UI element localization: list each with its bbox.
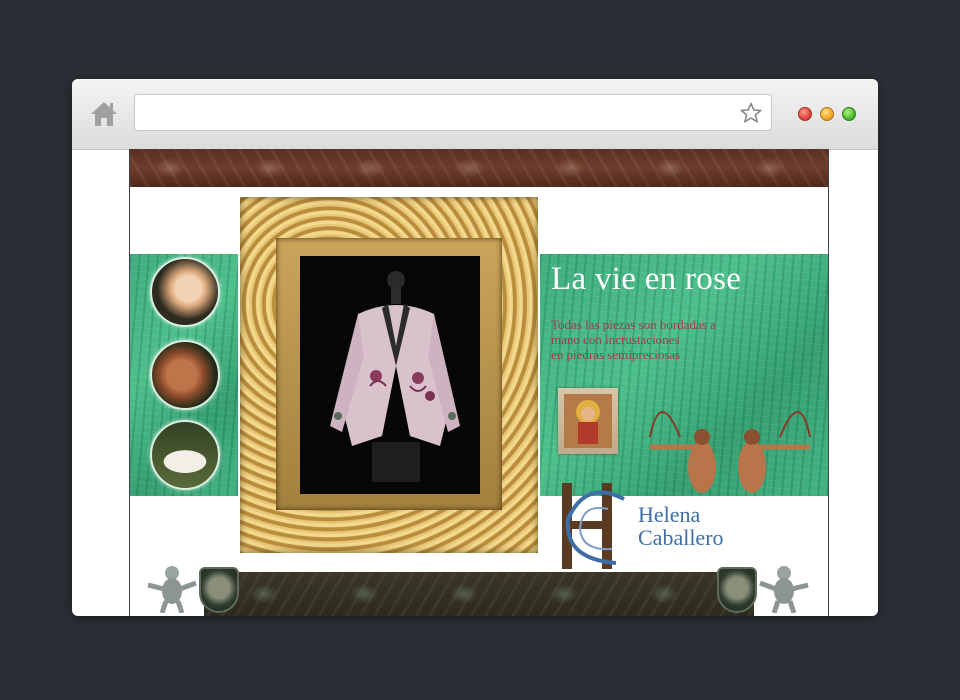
brand-name[interactable]: Helena Caballero — [638, 503, 724, 549]
collection-description: Todas las piezas son bordadas a mano con… — [551, 317, 771, 362]
browser-toolbar — [72, 79, 878, 150]
hc-monogram-logo[interactable] — [546, 479, 646, 571]
top-ornamental-banner — [130, 149, 828, 187]
left-crest-icon — [199, 567, 239, 613]
star-icon[interactable] — [739, 101, 763, 125]
maximize-window-button[interactable] — [842, 107, 856, 121]
frame-inner-molding — [276, 238, 502, 510]
medallion-lamb-image[interactable] — [150, 420, 220, 490]
collection-headline: La vie en rose — [551, 261, 742, 297]
brand-first-name: Helena — [638, 502, 701, 527]
browser-window: La vie en rose Todas las piezas son bord… — [72, 79, 878, 616]
home-icon[interactable] — [88, 98, 120, 130]
address-input[interactable] — [145, 95, 729, 130]
jacket-illustration — [330, 271, 460, 482]
web-page: La vie en rose Todas las piezas son bord… — [129, 149, 829, 616]
gilded-picture-frame — [240, 197, 538, 553]
saint-icon-illustration — [564, 394, 612, 448]
minimize-window-button[interactable] — [820, 107, 834, 121]
bottom-ornamental-banner — [204, 572, 754, 616]
right-cherub-icon — [759, 566, 809, 613]
left-cherub-icon — [147, 566, 197, 613]
description-line: mano con incrustaciones — [551, 332, 680, 347]
description-line: Todas las piezas son bordadas a — [551, 317, 716, 332]
jacket-on-mannequin-image[interactable] — [300, 256, 480, 494]
description-line: en piedras semipreciosas — [551, 347, 681, 362]
religious-icon-image[interactable] — [558, 388, 618, 454]
close-window-button[interactable] — [798, 107, 812, 121]
medallion-adam-portrait[interactable] — [150, 340, 220, 410]
right-crest-icon — [717, 567, 757, 613]
medallion-eve-portrait[interactable] — [150, 257, 220, 327]
address-bar[interactable] — [134, 94, 772, 131]
archers-illustration — [649, 411, 811, 493]
brand-last-name: Caballero — [638, 525, 724, 550]
